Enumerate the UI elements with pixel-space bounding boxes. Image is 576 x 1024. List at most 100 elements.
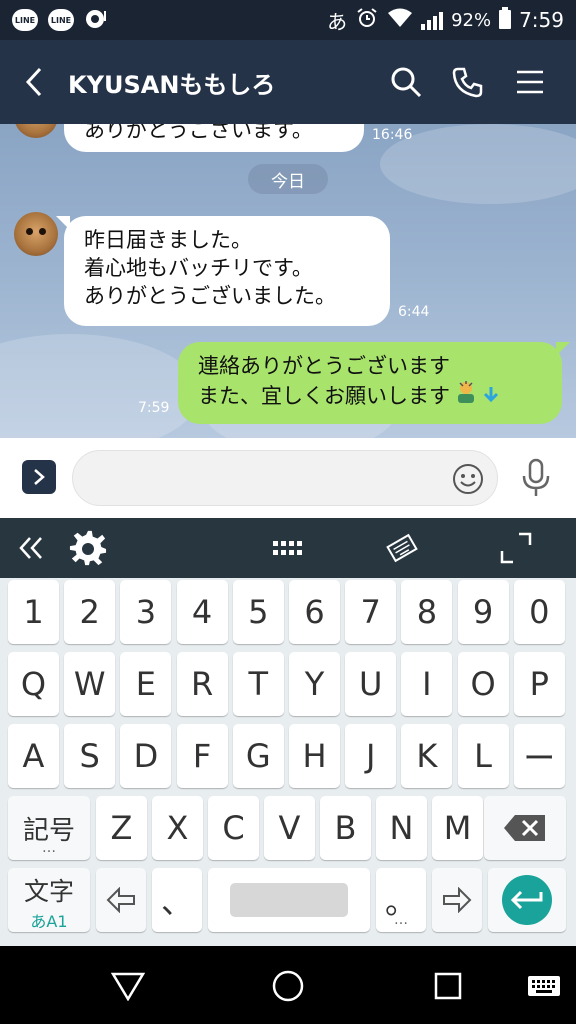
home-nav-button[interactable] <box>268 966 308 1006</box>
keyboard-settings-button[interactable] <box>68 530 108 566</box>
key-letter-7-row3[interactable]: K <box>401 724 453 788</box>
key-letter-3-row3[interactable]: F <box>176 724 228 788</box>
battery-percent: 92% <box>451 9 492 31</box>
handwriting-button[interactable] <box>384 530 420 566</box>
incoming-message-bubble[interactable]: 昨日届きました。 着心地もバッチリです。 ありがとうございました。 <box>56 216 390 326</box>
contact-avatar-partial[interactable] <box>14 124 58 138</box>
key-letter-1-row2[interactable]: W <box>64 652 116 716</box>
arrow-right-outline-icon <box>443 887 472 913</box>
signal-icon <box>421 10 444 30</box>
key-letter-4-row2[interactable]: T <box>232 652 284 716</box>
message-line: 昨日届きました。 <box>84 228 252 252</box>
collapse-toolbar-button[interactable] <box>14 530 48 566</box>
backspace-icon <box>504 815 545 841</box>
grid-dots-icon <box>273 541 302 555</box>
symbol-key-sub: … <box>42 840 56 856</box>
enter-button-circle <box>502 875 552 925</box>
system-nav-bar <box>0 946 576 1024</box>
line-chat-screen: LINE LINE あ 92% 7:59 KYUSANももしろ ありがとうござい… <box>0 0 576 1024</box>
software-keyboard: 1234567890 QWERTYUIOP ASDFGHJKLー 記号 … ZXCV… <box>0 518 576 946</box>
key-digit-9-row1[interactable]: 0 <box>513 580 565 644</box>
chat-title[interactable]: KYUSANももしろ <box>68 65 275 100</box>
key-digit-2-row1[interactable]: 3 <box>120 580 172 644</box>
emoji-button[interactable] <box>451 462 485 496</box>
key-letter-row4-3[interactable]: V <box>264 796 315 860</box>
message-time: 7:59 <box>138 400 170 416</box>
key-digit-7-row1[interactable]: 8 <box>401 580 453 644</box>
chevron-right-icon <box>34 469 45 485</box>
voice-input-button[interactable] <box>518 458 554 498</box>
key-letter-row4-2[interactable]: C <box>208 796 259 860</box>
key-letter-8-row2[interactable]: O <box>457 652 509 716</box>
wifi-icon <box>387 8 413 33</box>
key-digit-5-row1[interactable]: 6 <box>289 580 340 644</box>
message-bubble-partial[interactable]: ありがとうございます。 <box>64 124 364 152</box>
backspace-key[interactable] <box>484 796 566 860</box>
date-separator: 今日 <box>248 164 328 194</box>
key-letter-row4-1[interactable]: X <box>152 796 203 860</box>
key-letter-row4-6[interactable]: M <box>432 796 483 860</box>
back-button[interactable] <box>0 40 68 124</box>
period-key[interactable]: 。 … <box>376 868 426 932</box>
key-letter-8-row3[interactable]: L <box>457 724 509 788</box>
input-mode-key[interactable]: 文字 あA1 <box>8 868 90 932</box>
symbol-key[interactable]: 記号 … <box>8 796 90 860</box>
key-letter-0-row3[interactable]: A <box>8 724 59 788</box>
arrow-left-outline-icon <box>106 887 135 913</box>
keyboard-tilted-icon <box>386 533 418 563</box>
key-letter-0-row2[interactable]: Q <box>8 652 59 716</box>
circle-home-icon <box>272 970 304 1002</box>
key-letter-4-row3[interactable]: G <box>232 724 284 788</box>
key-digit-0-row1[interactable]: 1 <box>8 580 59 644</box>
expand-menu-button[interactable] <box>22 460 56 494</box>
key-letter-3-row2[interactable]: R <box>176 652 228 716</box>
key-letter-6-row2[interactable]: U <box>345 652 397 716</box>
key-letter-6-row3[interactable]: J <box>345 724 397 788</box>
period-key-sub: … <box>394 912 408 928</box>
cursor-right-key[interactable] <box>432 868 482 932</box>
key-letter-2-row3[interactable]: D <box>120 724 172 788</box>
smiley-icon <box>453 464 483 494</box>
key-digit-3-row1[interactable]: 4 <box>176 580 228 644</box>
key-letter-5-row3[interactable]: H <box>289 724 340 788</box>
search-button[interactable] <box>388 64 424 100</box>
double-chevron-left-icon <box>19 537 42 559</box>
key-letter-9-row3[interactable]: ー <box>513 724 565 788</box>
space-key[interactable] <box>208 868 370 932</box>
key-letter-row4-4[interactable]: B <box>320 796 371 860</box>
key-letter-1-row3[interactable]: S <box>64 724 116 788</box>
message-input[interactable] <box>72 450 498 506</box>
key-letter-2-row2[interactable]: E <box>120 652 172 716</box>
status-bar: LINE LINE あ 92% 7:59 <box>0 0 576 40</box>
resize-keyboard-button[interactable] <box>496 530 536 566</box>
chat-header: KYUSANももしろ <box>0 40 576 124</box>
back-nav-button[interactable] <box>108 966 148 1006</box>
key-letter-row4-0[interactable]: Z <box>96 796 147 860</box>
cursor-left-key[interactable] <box>96 868 146 932</box>
message-line: 着心地もバッチリです。 <box>84 256 313 280</box>
comma-key[interactable]: 、 <box>152 868 202 932</box>
keyboard-icon <box>528 976 560 996</box>
outgoing-message-bubble[interactable]: 連絡ありがとうございます また、宜しくお願いします <box>178 342 570 424</box>
chat-area[interactable]: ありがとうございます。 16:46 今日 昨日届きました。 着心地もバッチリです… <box>0 124 576 438</box>
menu-button[interactable] <box>512 64 548 100</box>
message-line: ありがとうございました。 <box>84 284 336 308</box>
keyboard-switch-nav-button[interactable] <box>524 966 564 1006</box>
key-letter-5-row2[interactable]: Y <box>289 652 340 716</box>
key-letter-7-row2[interactable]: I <box>401 652 453 716</box>
key-digit-6-row1[interactable]: 7 <box>345 580 397 644</box>
message-time: 16:46 <box>372 127 413 143</box>
recents-nav-button[interactable] <box>428 966 468 1006</box>
call-button[interactable] <box>450 64 486 100</box>
triangle-back-icon <box>111 972 145 1001</box>
key-digit-4-row1[interactable]: 5 <box>232 580 284 644</box>
contact-avatar[interactable] <box>14 212 58 256</box>
keyboard-layout-button[interactable] <box>268 530 308 566</box>
battery-icon <box>499 6 512 34</box>
hamburger-menu-icon <box>517 70 543 94</box>
key-digit-1-row1[interactable]: 2 <box>64 580 116 644</box>
key-digit-8-row1[interactable]: 9 <box>457 580 509 644</box>
key-letter-9-row2[interactable]: P <box>513 652 565 716</box>
enter-key[interactable] <box>488 868 566 932</box>
key-letter-row4-5[interactable]: N <box>376 796 427 860</box>
